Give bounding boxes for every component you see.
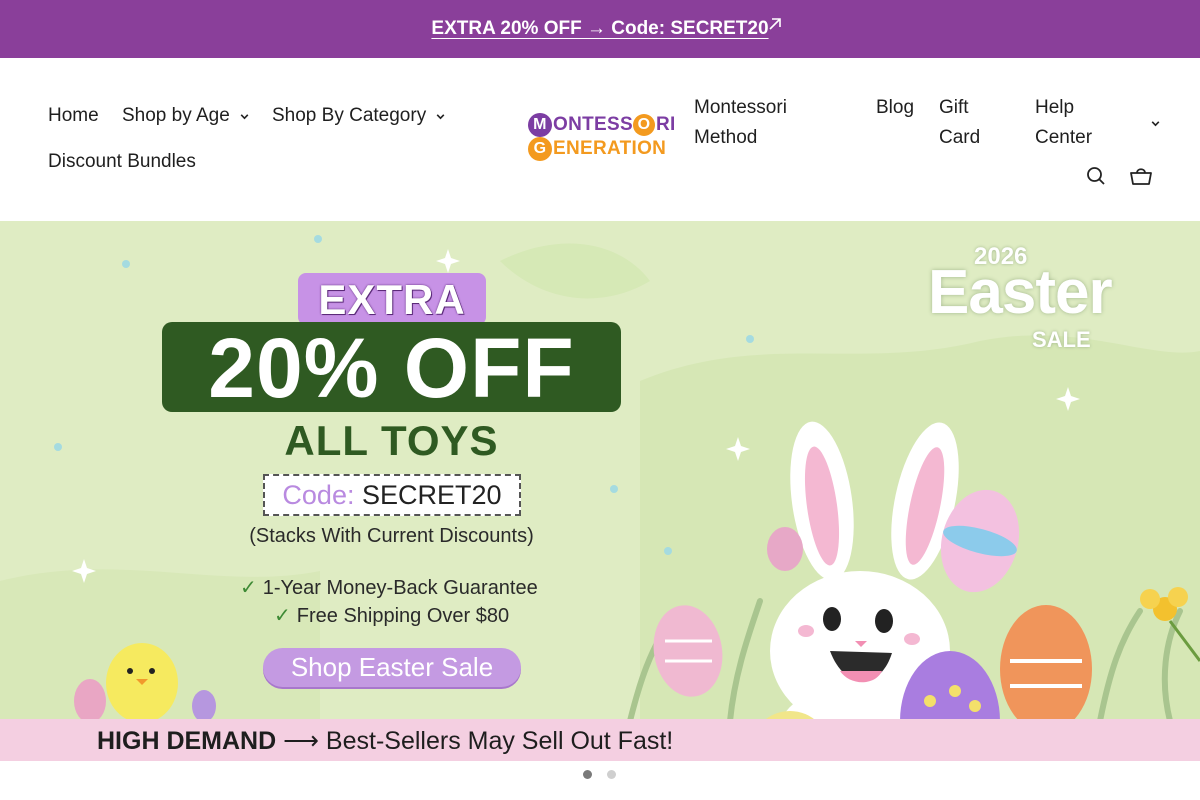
hero-perk: ✓ Free Shipping Over $80 xyxy=(274,603,509,628)
hero-banner[interactable]: EXTRA 20% OFF ALL TOYS Code: SECRET20 (S… xyxy=(0,221,1200,761)
promo-code-label: Code: xyxy=(282,480,355,510)
high-demand-message: Best-Sellers May Sell Out Fast! xyxy=(325,727,674,755)
nav-gift-card[interactable]: Gift Card xyxy=(939,93,980,153)
check-icon: ✓ xyxy=(240,577,257,599)
hero-stacks-note: (Stacks With Current Discounts) xyxy=(249,525,534,547)
carousel-dot-active[interactable] xyxy=(583,770,592,779)
logo-badge-o: O xyxy=(632,114,655,136)
nav-discount-bundles[interactable]: Discount Bundles xyxy=(48,151,196,173)
announcement-link[interactable]: EXTRA 20% OFF → Code: SECRET20 xyxy=(431,18,768,40)
nav-shop-by-category[interactable]: Shop By Category xyxy=(272,105,446,127)
search-icon[interactable] xyxy=(1084,164,1108,188)
hero-promo-code: Code: SECRET20 xyxy=(263,474,521,516)
chevron-down-icon[interactable] xyxy=(1150,118,1161,129)
nav-label: Shop By Category xyxy=(272,105,427,126)
logo-text: ENERATION xyxy=(553,138,667,160)
check-icon: ✓ xyxy=(274,605,291,627)
perk-text: 1-Year Money-Back Guarantee xyxy=(262,577,538,599)
shop-easter-sale-button[interactable]: Shop Easter Sale xyxy=(263,648,521,687)
hero-perk: ✓ 1-Year Money-Back Guarantee xyxy=(240,575,538,600)
nav-shop-by-age[interactable]: Shop by Age xyxy=(122,105,250,127)
nav-blog[interactable]: Blog xyxy=(876,93,914,123)
nav-label: Card xyxy=(939,127,981,148)
site-header: Home Shop by Age Shop By Category Discou… xyxy=(0,58,1200,221)
perk-text: Free Shipping Over $80 xyxy=(296,605,510,627)
logo-badge-g: G xyxy=(528,137,552,161)
high-demand-bar: HIGH DEMAND ⟶ Best-Sellers May Sell Out … xyxy=(0,719,1200,761)
promo-code-value: SECRET20 xyxy=(362,480,502,510)
nav-label: Montessori xyxy=(694,97,787,118)
chevron-down-icon xyxy=(436,113,445,119)
cart-icon[interactable] xyxy=(1129,164,1153,188)
nav-label: Home xyxy=(48,105,99,126)
logo-badge-m: M xyxy=(528,113,552,137)
hero-extra-tag: EXTRA xyxy=(298,273,486,325)
high-demand-text: HIGH DEMAND ⟶ Best-Sellers May Sell Out … xyxy=(97,726,673,756)
nav-help-center[interactable]: Help Center xyxy=(1035,93,1092,153)
chevron-down-icon xyxy=(240,113,249,119)
nav-label: Gift xyxy=(939,97,969,118)
site-logo[interactable]: M ONTESS O RI G ENERATION xyxy=(528,111,676,169)
easter-badge-sale: SALE xyxy=(1032,327,1091,352)
logo-text: RI xyxy=(655,114,676,136)
nav-label: Shop by Age xyxy=(122,105,230,126)
nav-label: Center xyxy=(1035,127,1093,148)
nav-label: Method xyxy=(694,127,758,148)
nav-home[interactable]: Home xyxy=(48,105,99,127)
hero-discount-headline: 20% OFF xyxy=(162,322,621,414)
carousel-dot[interactable] xyxy=(607,770,616,779)
logo-line-bottom: G ENERATION xyxy=(528,137,666,161)
nav-montessori-method[interactable]: Montessori Method xyxy=(694,93,787,153)
nav-label: Help xyxy=(1035,97,1075,118)
logo-text: ONTESS xyxy=(553,114,633,136)
announcement-bar: EXTRA 20% OFF → Code: SECRET20 xyxy=(0,0,1200,58)
logo-line-top: M ONTESS O RI xyxy=(528,113,676,137)
high-demand-label: HIGH DEMAND xyxy=(97,727,277,755)
nav-label: Discount Bundles xyxy=(48,151,196,172)
easter-sale-badge: 2026 Easter SALE xyxy=(928,243,1128,353)
arrow-right-icon: ⟶ xyxy=(283,727,319,755)
hero-subject: ALL TOYS xyxy=(284,417,499,464)
arrow-up-right-icon[interactable] xyxy=(765,14,785,34)
nav-label: Blog xyxy=(876,97,915,118)
easter-badge-word: Easter xyxy=(928,258,1113,327)
